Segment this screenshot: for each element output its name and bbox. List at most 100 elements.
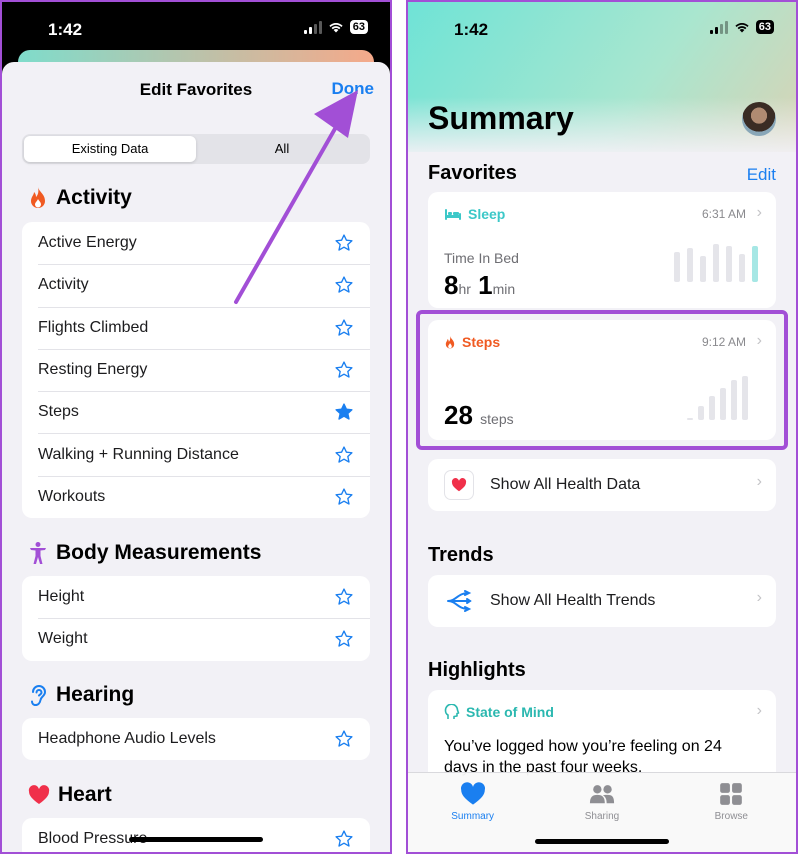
star-outline-icon[interactable] <box>334 360 354 380</box>
hours-unit: hr <box>458 281 471 297</box>
star-outline-icon[interactable] <box>334 275 354 295</box>
star-outline-icon[interactable] <box>334 233 354 253</box>
heart-icon <box>444 470 474 500</box>
item-label: Height <box>38 588 85 606</box>
status-time: 1:42 <box>454 20 489 39</box>
chevron-right-icon: › <box>756 204 762 221</box>
section-title: Heart <box>58 783 112 806</box>
edit-favorites-screen: 1:42 63 Edit Favorites Done Existing Dat… <box>0 0 392 854</box>
card-time: 6:31 AM <box>701 207 746 221</box>
row-label: Show All Health Data <box>490 476 641 493</box>
list-item[interactable]: Headphone Audio Levels <box>22 718 370 760</box>
edit-favorites-button[interactable]: Edit <box>747 165 776 185</box>
heart-icon <box>460 782 485 805</box>
wifi-icon <box>329 23 343 33</box>
item-label: Headphone Audio Levels <box>38 730 216 748</box>
sleep-mini-chart <box>674 244 758 282</box>
tab-browse[interactable]: Browse <box>667 773 796 852</box>
tab-label: Summary <box>451 811 495 822</box>
status-bar: 1:42 63 <box>408 2 796 52</box>
battery-icon: 63 <box>755 20 774 34</box>
status-time: 1:42 <box>48 20 83 39</box>
trends-header: Trends <box>428 544 494 566</box>
card-title: Sleep <box>468 206 506 222</box>
people-icon <box>589 785 615 804</box>
activity-list: Active Energy Activity Flights Climbed R… <box>22 222 370 519</box>
status-bar: 1:42 63 <box>2 2 390 52</box>
item-label: Resting Energy <box>38 361 148 379</box>
trends-icon <box>444 586 474 616</box>
page-title: Summary <box>428 100 574 136</box>
list-item[interactable]: Blood Pressure <box>22 818 370 852</box>
list-item[interactable]: Activity <box>22 264 370 306</box>
list-item[interactable]: Height <box>22 576 370 618</box>
grid-icon <box>720 783 743 805</box>
list-item[interactable]: Steps <box>22 391 370 433</box>
list-item[interactable]: Resting Energy <box>22 348 370 391</box>
item-label: Active Energy <box>38 234 137 252</box>
hearing-list: Headphone Audio Levels <box>22 718 370 761</box>
annotation-highlight-box <box>416 310 788 450</box>
metric-value: 8hr 1min <box>444 270 515 301</box>
item-label: Weight <box>38 630 88 648</box>
list-item[interactable]: Active Energy <box>22 222 370 264</box>
tab-summary[interactable]: Summary <box>408 773 537 852</box>
item-label: Steps <box>38 403 79 421</box>
star-outline-icon[interactable] <box>334 729 354 749</box>
row-label: Show All Health Trends <box>490 592 656 609</box>
section-header-body-measurements: Body Measurements <box>28 541 261 565</box>
metric-label: Time In Bed <box>444 250 519 266</box>
star-outline-icon[interactable] <box>334 445 354 465</box>
list-item[interactable]: Walking + Running Distance <box>22 433 370 475</box>
bed-icon <box>445 208 461 220</box>
figure-icon <box>30 542 46 564</box>
highlights-header: Highlights <box>428 659 526 681</box>
heart-list: Blood Pressure <box>22 818 370 852</box>
minutes-unit: min <box>492 281 516 297</box>
list-item[interactable]: Workouts <box>22 475 370 518</box>
card-title: State of Mind <box>466 704 554 720</box>
chevron-right-icon: › <box>756 473 762 490</box>
star-outline-icon[interactable] <box>334 629 354 649</box>
segment-all[interactable]: All <box>196 136 368 162</box>
wifi-icon <box>735 23 749 33</box>
show-all-health-data-row[interactable]: Show All Health Data › <box>428 459 776 511</box>
data-filter-segmented-control: Existing Data All <box>22 134 370 164</box>
flame-icon <box>31 187 45 208</box>
star-outline-icon[interactable] <box>334 587 354 607</box>
edit-favorites-sheet: Edit Favorites Done Existing Data All Ac… <box>2 62 390 852</box>
section-title: Hearing <box>56 683 135 706</box>
star-outline-icon[interactable] <box>334 318 354 338</box>
star-filled-icon[interactable] <box>334 402 354 422</box>
item-label: Walking + Running Distance <box>38 445 239 463</box>
section-header-heart: Heart <box>28 783 112 807</box>
section-header-activity: Activity <box>28 186 132 210</box>
item-label: Workouts <box>38 487 106 505</box>
home-indicator <box>535 839 669 844</box>
summary-screen: 1:42 63 Summary Favorites Edit Sleep 6:3… <box>406 0 798 854</box>
section-title: Body Measurements <box>56 541 262 564</box>
heart-icon <box>28 785 50 804</box>
segment-existing-data[interactable]: Existing Data <box>24 136 196 162</box>
done-button[interactable]: Done <box>332 79 375 99</box>
tab-label: Sharing <box>584 811 620 822</box>
ear-icon <box>31 685 47 707</box>
item-label: Activity <box>38 276 89 294</box>
list-item[interactable]: Weight <box>22 618 370 660</box>
star-outline-icon[interactable] <box>334 829 354 849</box>
avatar[interactable] <box>742 102 776 136</box>
body-measurements-list: Height Weight <box>22 576 370 661</box>
favorites-header: Favorites <box>428 162 517 184</box>
battery-icon: 63 <box>349 20 368 34</box>
list-item[interactable]: Flights Climbed <box>22 306 370 349</box>
hours-value: 8 <box>444 270 459 300</box>
home-indicator <box>129 837 263 842</box>
mind-icon <box>444 704 460 719</box>
show-all-health-trends-row[interactable]: Show All Health Trends › <box>428 575 776 627</box>
cellular-signal-icon <box>709 20 728 34</box>
star-outline-icon[interactable] <box>334 487 354 507</box>
minutes-value: 1 <box>478 270 493 300</box>
sleep-card[interactable]: Sleep 6:31 AM › Time In Bed 8hr 1min <box>428 192 776 308</box>
chevron-right-icon: › <box>756 702 762 719</box>
chevron-right-icon: › <box>756 589 762 606</box>
